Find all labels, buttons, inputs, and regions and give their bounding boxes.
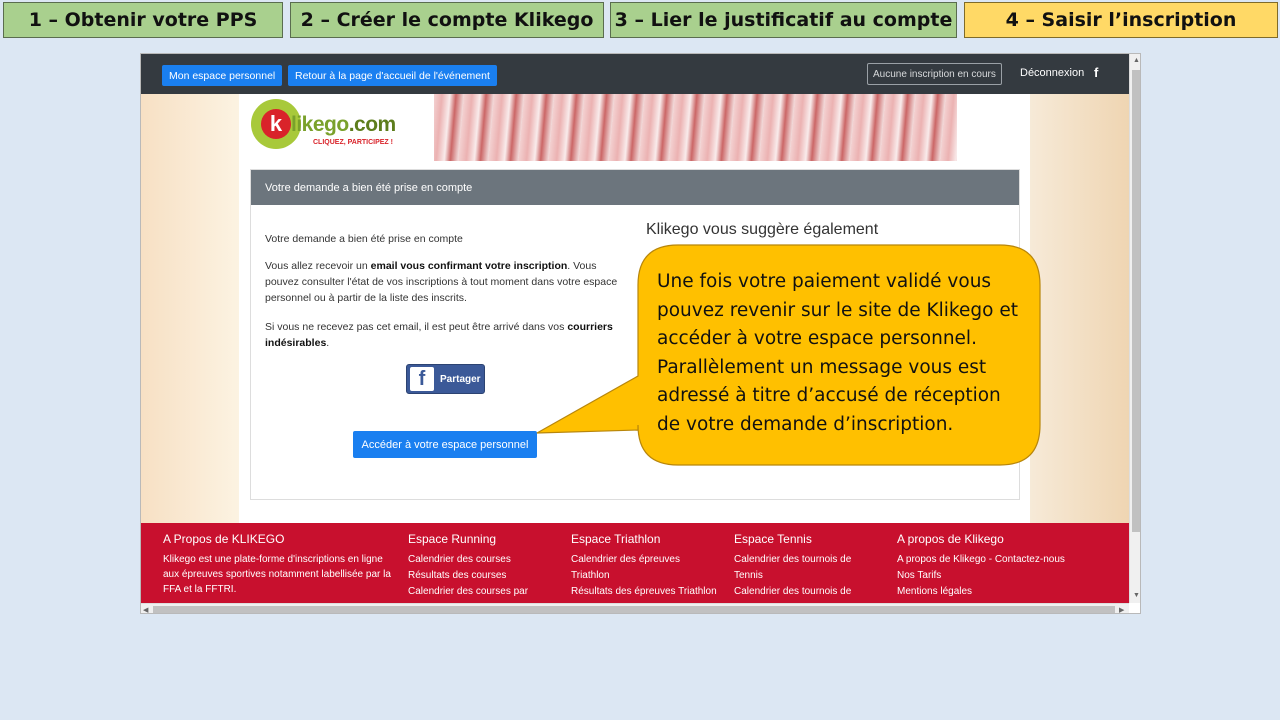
callout-text: Une fois votre paiement validé vous pouv… <box>657 271 1018 435</box>
callout-bubble <box>536 244 1041 466</box>
